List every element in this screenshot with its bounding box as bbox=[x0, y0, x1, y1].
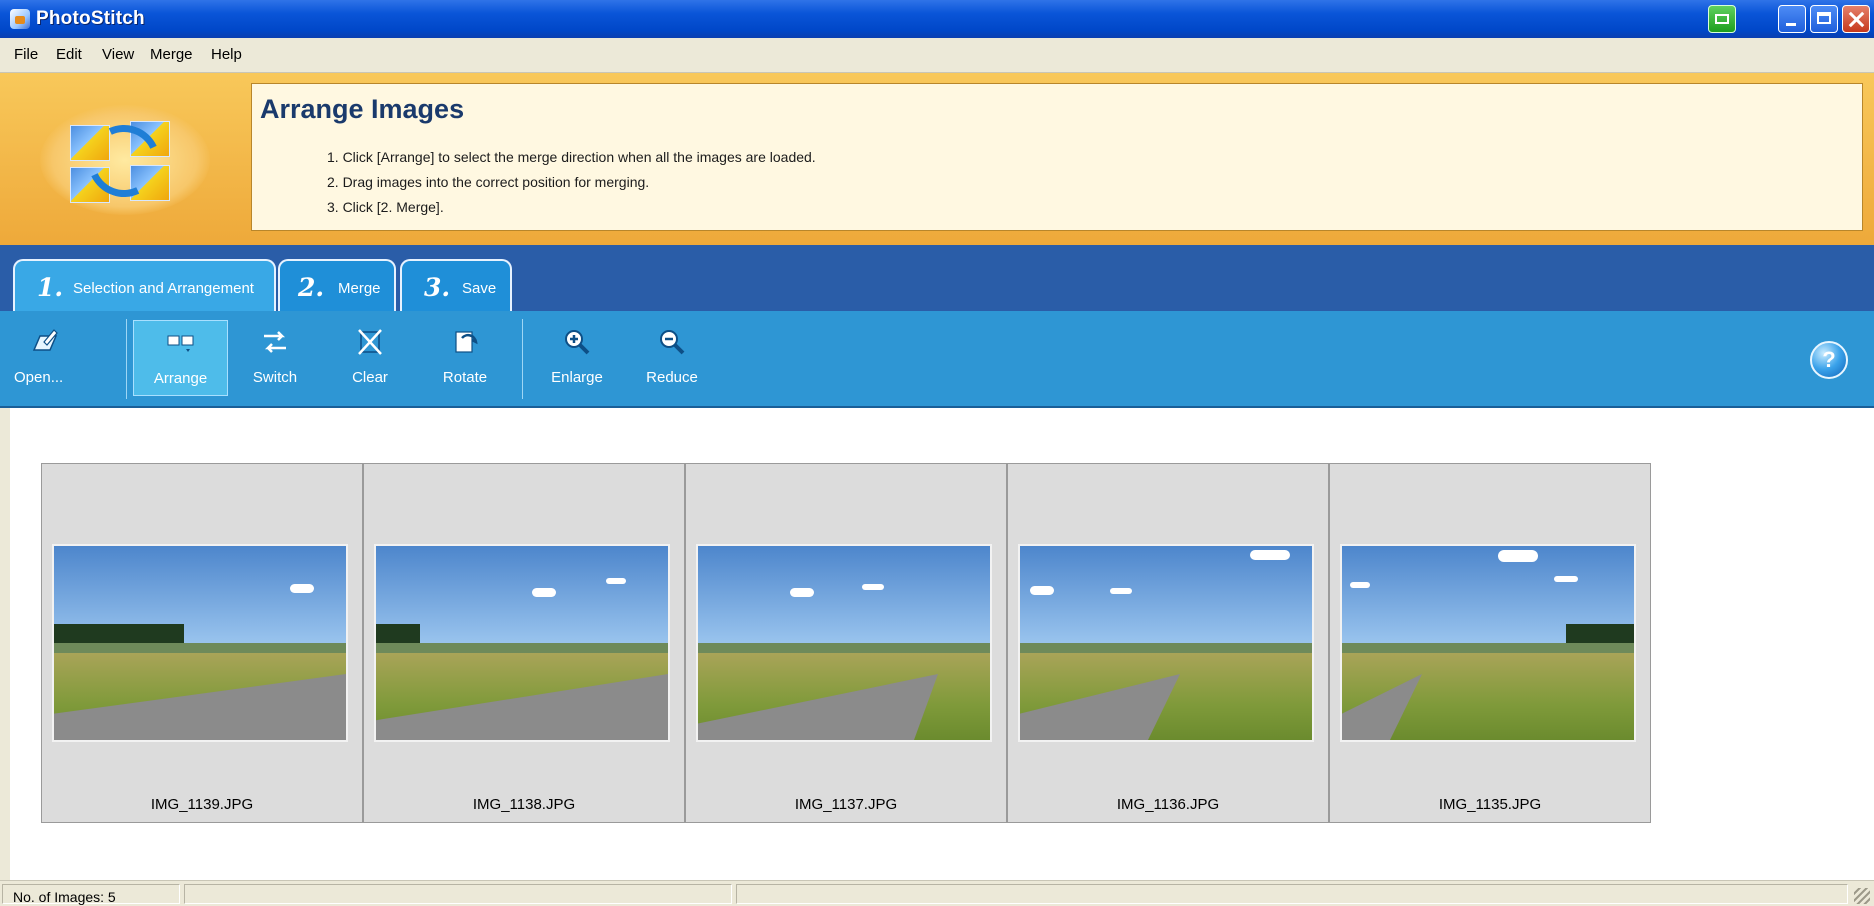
arrange-button[interactable]: Arrange bbox=[133, 320, 228, 396]
menu-bar: File Edit View Merge Help bbox=[0, 38, 1874, 73]
arrange-icon bbox=[167, 335, 194, 352]
image-filename: IMG_1135.JPG bbox=[1438, 796, 1542, 813]
switch-label: Switch bbox=[252, 369, 298, 386]
zoom-in-icon bbox=[565, 330, 590, 355]
status-bar: No. of Images: 5 bbox=[0, 880, 1874, 906]
image-frame[interactable]: IMG_1135.JPG bbox=[1329, 463, 1651, 823]
maximize-button[interactable] bbox=[1810, 5, 1838, 33]
instructions-header: Arrange Images 1. Click [Arrange] to sel… bbox=[0, 73, 1874, 245]
clear-label: Clear bbox=[352, 369, 388, 386]
enlarge-label: Enlarge bbox=[551, 369, 603, 386]
image-count-status: No. of Images: 5 bbox=[13, 889, 116, 905]
clear-icon bbox=[358, 329, 382, 355]
image-thumbnail[interactable] bbox=[1340, 544, 1636, 742]
help-icon[interactable]: ? bbox=[1810, 341, 1848, 379]
arrange-images-illustration-icon bbox=[40, 105, 210, 215]
rotate-button[interactable]: Rotate bbox=[420, 320, 510, 396]
window-border bbox=[0, 408, 10, 880]
toolbar-separator bbox=[522, 319, 523, 399]
clear-button[interactable]: Clear bbox=[325, 320, 415, 396]
menu-help[interactable]: Help bbox=[211, 46, 242, 63]
tab-save[interactable]: 3. Save bbox=[400, 259, 512, 311]
image-thumbnail[interactable] bbox=[1018, 544, 1314, 742]
minimize-button[interactable] bbox=[1778, 5, 1806, 33]
status-pane-middle bbox=[184, 884, 732, 904]
instruction-step-2: 2. Drag images into the correct position… bbox=[327, 174, 650, 190]
status-pane-count: No. of Images: 5 bbox=[2, 884, 180, 905]
instructions-title: Arrange Images bbox=[260, 94, 465, 124]
close-button[interactable] bbox=[1842, 5, 1870, 33]
tab-label: Merge bbox=[338, 280, 381, 297]
tab-label: Save bbox=[462, 280, 497, 297]
image-filename: IMG_1138.JPG bbox=[472, 796, 576, 813]
window-title: PhotoStitch bbox=[36, 8, 145, 29]
toolbar-separator bbox=[126, 319, 127, 399]
menu-merge[interactable]: Merge bbox=[150, 46, 193, 63]
image-thumbnail[interactable] bbox=[52, 544, 348, 742]
instruction-step-3: 3. Click [2. Merge]. bbox=[327, 199, 444, 215]
resize-grip-icon[interactable] bbox=[1854, 888, 1870, 904]
image-arrangement-area[interactable]: IMG_1139.JPG IMG_1138.JPG IMG_1137.JPG I… bbox=[10, 408, 1874, 880]
image-filename: IMG_1136.JPG bbox=[1116, 796, 1220, 813]
arrange-label: Arrange bbox=[153, 370, 208, 387]
menu-file[interactable]: File bbox=[14, 46, 38, 63]
image-frame[interactable]: IMG_1138.JPG bbox=[363, 463, 685, 823]
print-icon[interactable] bbox=[1708, 5, 1736, 33]
tab-label: Selection and Arrangement bbox=[73, 280, 254, 297]
open-folder-icon bbox=[32, 329, 58, 351]
app-icon bbox=[10, 9, 30, 29]
rotate-icon bbox=[455, 331, 478, 353]
menu-edit[interactable]: Edit bbox=[56, 46, 82, 63]
status-pane-right bbox=[736, 884, 1848, 904]
open-label: Open... bbox=[14, 369, 64, 386]
image-filename: IMG_1139.JPG bbox=[150, 796, 254, 813]
rotate-label: Rotate bbox=[442, 369, 488, 386]
toolbar: Open... Arrange Switch Clear Rotate Enla… bbox=[0, 311, 1874, 408]
title-bar[interactable]: PhotoStitch bbox=[0, 0, 1874, 38]
step-tabs: 1. Selection and Arrangement 2. Merge 3.… bbox=[0, 245, 1874, 313]
tab-number: 1. bbox=[37, 273, 64, 302]
instruction-step-1: 1. Click [Arrange] to select the merge d… bbox=[327, 149, 816, 165]
menu-view[interactable]: View bbox=[102, 46, 134, 63]
image-filename: IMG_1137.JPG bbox=[794, 796, 898, 813]
switch-icon bbox=[264, 331, 286, 353]
instructions-box: Arrange Images 1. Click [Arrange] to sel… bbox=[251, 83, 1863, 231]
image-thumbnail[interactable] bbox=[374, 544, 670, 742]
enlarge-button[interactable]: Enlarge bbox=[532, 320, 622, 396]
image-frame[interactable]: IMG_1136.JPG bbox=[1007, 463, 1329, 823]
reduce-label: Reduce bbox=[646, 369, 698, 386]
switch-button[interactable]: Switch bbox=[230, 320, 320, 396]
image-frame[interactable]: IMG_1137.JPG bbox=[685, 463, 1007, 823]
tab-selection-and-arrangement[interactable]: 1. Selection and Arrangement bbox=[13, 259, 276, 313]
tab-number: 2. bbox=[298, 273, 325, 302]
tab-number: 3. bbox=[424, 273, 451, 302]
zoom-out-icon bbox=[660, 330, 685, 355]
open-button[interactable]: Open... bbox=[0, 320, 90, 396]
tab-merge[interactable]: 2. Merge bbox=[278, 259, 396, 311]
image-thumbnail[interactable] bbox=[696, 544, 992, 742]
image-frame[interactable]: IMG_1139.JPG bbox=[41, 463, 363, 823]
reduce-button[interactable]: Reduce bbox=[627, 320, 717, 396]
photostitch-window: PhotoStitch File Edit View Merge Help Ar… bbox=[0, 0, 1874, 906]
